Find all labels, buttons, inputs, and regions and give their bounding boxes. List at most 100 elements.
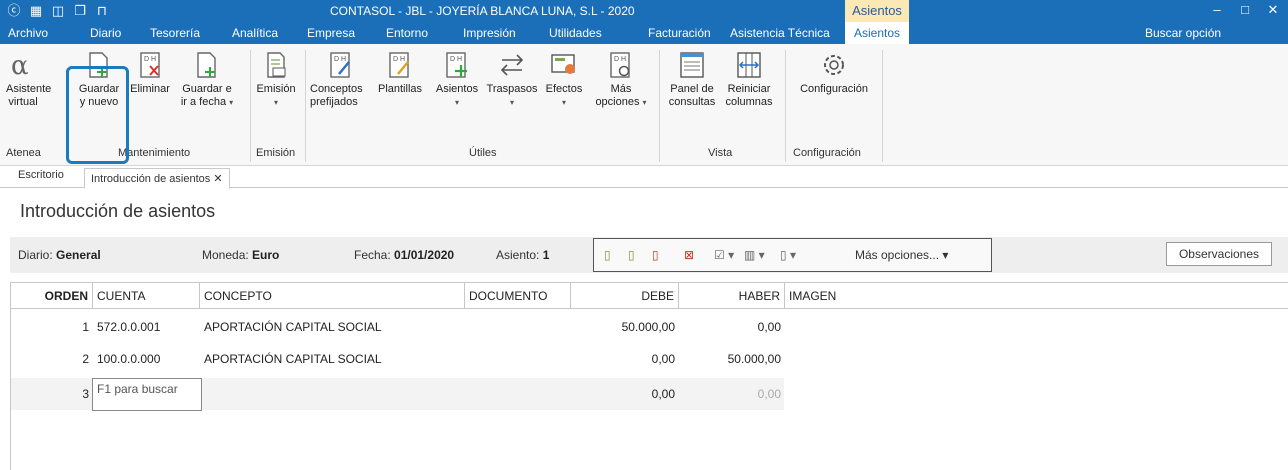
insert-entry-icon[interactable]: ▯ — [652, 248, 659, 262]
check-entry-icon[interactable]: ☑ ▾ — [714, 248, 734, 262]
dropdown-arrow-icon: ▾ — [509, 98, 514, 107]
new-doc-plus-icon — [197, 52, 216, 78]
menu-asientos[interactable]: Asientos — [845, 22, 909, 44]
header-orden[interactable]: ORDEN — [11, 283, 93, 309]
columns-icon — [737, 52, 761, 78]
new-entry-icon[interactable]: ▯ — [604, 248, 611, 262]
fecha-info: Fecha: 01/01/2020 — [354, 248, 455, 262]
ribbon-separator — [659, 50, 660, 162]
header-concepto[interactable]: CONCEPTO — [200, 283, 465, 309]
search-option[interactable]: Buscar opción — [1145, 26, 1221, 40]
document-tabs: Escritorio Introducción de asientos ✕ — [0, 166, 1288, 189]
menu-empresa[interactable]: Empresa — [307, 26, 355, 40]
svg-text:D H: D H — [393, 56, 405, 63]
group-label-utiles: Útiles — [469, 147, 497, 159]
copy-entry-icon[interactable]: ▯ — [628, 248, 635, 262]
header-cuenta[interactable]: CUENTA — [93, 283, 200, 309]
maximize-icon[interactable]: □ — [1236, 2, 1254, 18]
attachment-icon[interactable]: ▯ ▾ — [780, 248, 796, 262]
cell-debe: 50.000,00 — [621, 320, 675, 334]
menu-impresion[interactable]: Impresión — [463, 26, 516, 40]
menu-analitica[interactable]: Analítica — [232, 26, 278, 40]
dropdown-arrow-icon: ▾ — [454, 98, 459, 107]
window-title: CONTASOL - JBL - JOYERÍA BLANCA LUNA, S.… — [330, 4, 635, 18]
ribbon-separator — [785, 50, 786, 162]
traspasos-button[interactable]: Traspasos ▾ — [484, 50, 540, 109]
mas-opciones-dropdown[interactable]: Más opciones... ▾ — [855, 248, 948, 262]
cuenta-input[interactable]: F1 para buscar — [92, 378, 202, 411]
columns-entry-icon[interactable]: ▥ ▾ — [744, 248, 765, 262]
svg-text:D H: D H — [450, 56, 462, 63]
context-tab-asientos[interactable]: Asientos — [845, 0, 909, 22]
settings-doc-icon: D H — [610, 52, 630, 78]
menu-entorno[interactable]: Entorno — [386, 26, 428, 40]
diario-info: Diario: General — [18, 248, 101, 262]
panel-icon — [680, 52, 704, 78]
reiniciar-columnas-button[interactable]: Reiniciar columnas — [722, 50, 776, 109]
ribbon: α Asistente virtual Guardar y nuevo D H … — [0, 44, 1288, 166]
tab-escritorio[interactable]: Escritorio — [18, 169, 64, 181]
table-row[interactable]: 3 0,00 0,00 — [11, 378, 1288, 410]
dropdown-arrow-icon: ▾ — [642, 98, 647, 107]
close-tab-icon[interactable]: ✕ — [213, 173, 222, 185]
header-debe[interactable]: DEBE — [571, 283, 679, 309]
efectos-button[interactable]: Efectos ▾ — [542, 50, 586, 109]
dropdown-arrow-icon: ▾ — [229, 98, 234, 107]
close-icon[interactable]: ✕ — [1264, 2, 1282, 18]
panel-consultas-button[interactable]: Panel de consultas — [667, 50, 717, 109]
observaciones-button[interactable]: Observaciones — [1166, 242, 1272, 266]
cell-cuenta: 100.0.0.000 — [97, 352, 161, 366]
asientos-button[interactable]: D H Asientos ▾ — [431, 50, 483, 109]
configuracion-button[interactable]: Configuración — [789, 50, 879, 96]
menu-asistencia-tecnica[interactable]: Asistencia Técnica — [730, 26, 830, 40]
eliminar-button[interactable]: D H Eliminar — [127, 50, 173, 96]
emision-button[interactable]: Emisión ▾ — [253, 50, 299, 109]
header-documento[interactable]: DOCUMENTO — [465, 283, 571, 309]
menu-facturacion[interactable]: Facturación — [648, 26, 711, 40]
minimize-icon[interactable]: – — [1208, 2, 1226, 18]
alpha-icon: α — [11, 51, 29, 80]
entry-toolbar: ▯ ▯ ▯ ⊠ ☑ ▾ ▥ ▾ ▯ ▾ Más opciones... ▾ — [593, 238, 992, 272]
svg-text:D H: D H — [334, 56, 346, 63]
svg-text:α: α — [11, 51, 29, 80]
cell-orden: 1 — [82, 320, 89, 334]
title-bar: ⓒ ▦ ◫ ❐ ⊓ CONTASOL - JBL - JOYERÍA BLANC… — [0, 0, 1288, 22]
table-row[interactable]: 1 572.0.0.001 APORTACIÓN CAPITAL SOCIAL … — [11, 311, 1288, 343]
menu-diario[interactable]: Diario — [90, 26, 121, 40]
calculator-icon[interactable]: ▦ — [28, 3, 44, 19]
cell-haber: 0,00 — [757, 387, 781, 401]
cell-debe: 0,00 — [651, 352, 675, 366]
menu-utilidades[interactable]: Utilidades — [549, 26, 602, 40]
mas-opciones-button[interactable]: D H Más opciones ▾ — [590, 50, 652, 109]
table-row[interactable]: 2 100.0.0.000 APORTACIÓN CAPITAL SOCIAL … — [11, 343, 1288, 375]
asiento-info: Asiento: 1 — [496, 248, 550, 262]
window-icon[interactable]: ◫ — [50, 3, 66, 19]
template-icon: D H — [389, 52, 409, 78]
cell-cuenta: 572.0.0.001 — [97, 320, 161, 334]
copy-icon[interactable]: ❐ — [72, 3, 88, 19]
header-haber[interactable]: HABER — [679, 283, 785, 309]
guardar-ir-fecha-button[interactable]: Guardar e ir a fecha ▾ — [178, 50, 236, 109]
plantillas-button[interactable]: D H Plantillas — [372, 50, 428, 96]
group-label-configuracion: Configuración — [793, 147, 861, 159]
header-imagen[interactable]: IMAGEN — [785, 283, 1288, 309]
asistente-virtual-button[interactable]: α Asistente virtual — [6, 50, 51, 109]
cell-orden: 3 — [82, 387, 89, 401]
lock-icon[interactable]: ⊓ — [94, 3, 110, 19]
menu-tesoreria[interactable]: Tesorería — [150, 26, 200, 40]
group-label-atenea: Atenea — [6, 147, 41, 159]
cell-haber: 0,00 — [757, 320, 781, 334]
menu-archivo[interactable]: Archivo — [8, 26, 48, 40]
cell-orden: 2 — [82, 352, 89, 366]
moneda-info: Moneda: Euro — [202, 248, 280, 262]
cell-haber: 50.000,00 — [727, 352, 781, 366]
svg-text:D H: D H — [144, 56, 156, 63]
cs-logo-icon[interactable]: ⓒ — [6, 3, 22, 19]
cell-debe: 0,00 — [651, 387, 675, 401]
ribbon-separator — [305, 50, 306, 162]
tab-introduccion-asientos[interactable]: Introducción de asientos ✕ — [84, 168, 230, 189]
delete-line-icon[interactable]: ⊠ — [684, 248, 694, 262]
delete-entry-icon: D H — [140, 52, 160, 78]
conceptos-prefijados-button[interactable]: D H Conceptos prefijados — [310, 50, 372, 109]
entries-grid: ORDEN CUENTA CONCEPTO DOCUMENTO DEBE HAB… — [10, 282, 1288, 470]
